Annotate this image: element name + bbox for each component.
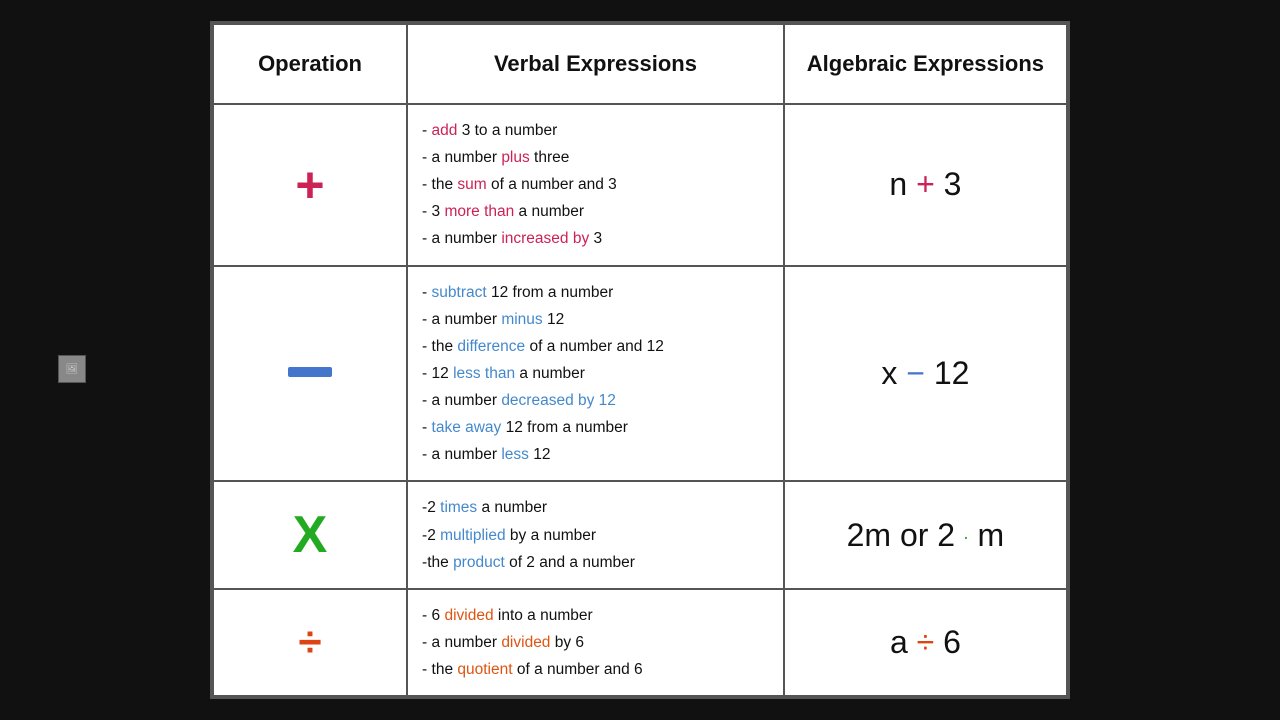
verbal-line: - 6 divided into a number: [422, 602, 769, 629]
verbal-subtraction-cell: - subtract 12 from a number - a number m…: [407, 266, 784, 482]
verbal-line: - subtract 12 from a number: [422, 279, 769, 306]
verbal-division-cell: - 6 divided into a number - a number div…: [407, 589, 784, 696]
times-icon: X: [293, 506, 328, 564]
page-wrapper: 🖼 Operation Verbal Expressions Algebraic…: [0, 0, 1280, 720]
alg-multiplication-cell: 2m or 2 · m: [784, 481, 1067, 588]
op-plus-cell: +: [213, 104, 407, 266]
header-verbal: Verbal Expressions: [407, 24, 784, 104]
alg-addition-cell: n + 3: [784, 104, 1067, 266]
verbal-addition-cell: - add 3 to a number - a number plus thre…: [407, 104, 784, 266]
verbal-line: - a number divided by 6: [422, 629, 769, 656]
table-row: + - add 3 to a number - a number plus th…: [213, 104, 1067, 266]
alg-minus-sign: −: [906, 355, 925, 391]
op-minus-cell: [213, 266, 407, 482]
op-times-cell: X: [213, 481, 407, 588]
table-row: ÷ - 6 divided into a number - a number d…: [213, 589, 1067, 696]
verbal-line: -2 multiplied by a number: [422, 522, 769, 549]
header-algebraic: Algebraic Expressions: [784, 24, 1067, 104]
main-table-container: Operation Verbal Expressions Algebraic E…: [210, 21, 1070, 699]
taskbar-icon: 🖼: [58, 355, 86, 383]
verbal-multiplication-cell: -2 times a number -2 multiplied by a num…: [407, 481, 784, 588]
verbal-line: -2 times a number: [422, 494, 769, 521]
div-icon: ÷: [298, 618, 321, 665]
plus-icon: +: [295, 157, 324, 213]
verbal-line: - the quotient of a number and 6: [422, 656, 769, 683]
verbal-line: - a number plus three: [422, 144, 769, 171]
verbal-line: - the difference of a number and 12: [422, 333, 769, 360]
minus-icon: [288, 367, 332, 377]
verbal-line: - the sum of a number and 3: [422, 171, 769, 198]
alg-division-cell: a ÷ 6: [784, 589, 1067, 696]
verbal-line: - 12 less than a number: [422, 360, 769, 387]
verbal-line: -the product of 2 and a number: [422, 549, 769, 576]
alg-div-sign: ÷: [917, 624, 935, 660]
verbal-line: - a number less 12: [422, 441, 769, 468]
alg-plus-sign: +: [916, 166, 935, 202]
header-operation: Operation: [213, 24, 407, 104]
op-div-cell: ÷: [213, 589, 407, 696]
verbal-line: - a number minus 12: [422, 306, 769, 333]
verbal-line: - add 3 to a number: [422, 117, 769, 144]
alg-dot: ·: [964, 529, 969, 545]
table-row: - subtract 12 from a number - a number m…: [213, 266, 1067, 482]
verbal-line: - a number decreased by 12: [422, 387, 769, 414]
expressions-table: Operation Verbal Expressions Algebraic E…: [212, 23, 1068, 697]
verbal-line: - a number increased by 3: [422, 225, 769, 252]
verbal-line: - 3 more than a number: [422, 198, 769, 225]
alg-subtraction-cell: x − 12: [784, 266, 1067, 482]
verbal-line: - take away 12 from a number: [422, 414, 769, 441]
table-row: X -2 times a number -2 multiplied by a n…: [213, 481, 1067, 588]
